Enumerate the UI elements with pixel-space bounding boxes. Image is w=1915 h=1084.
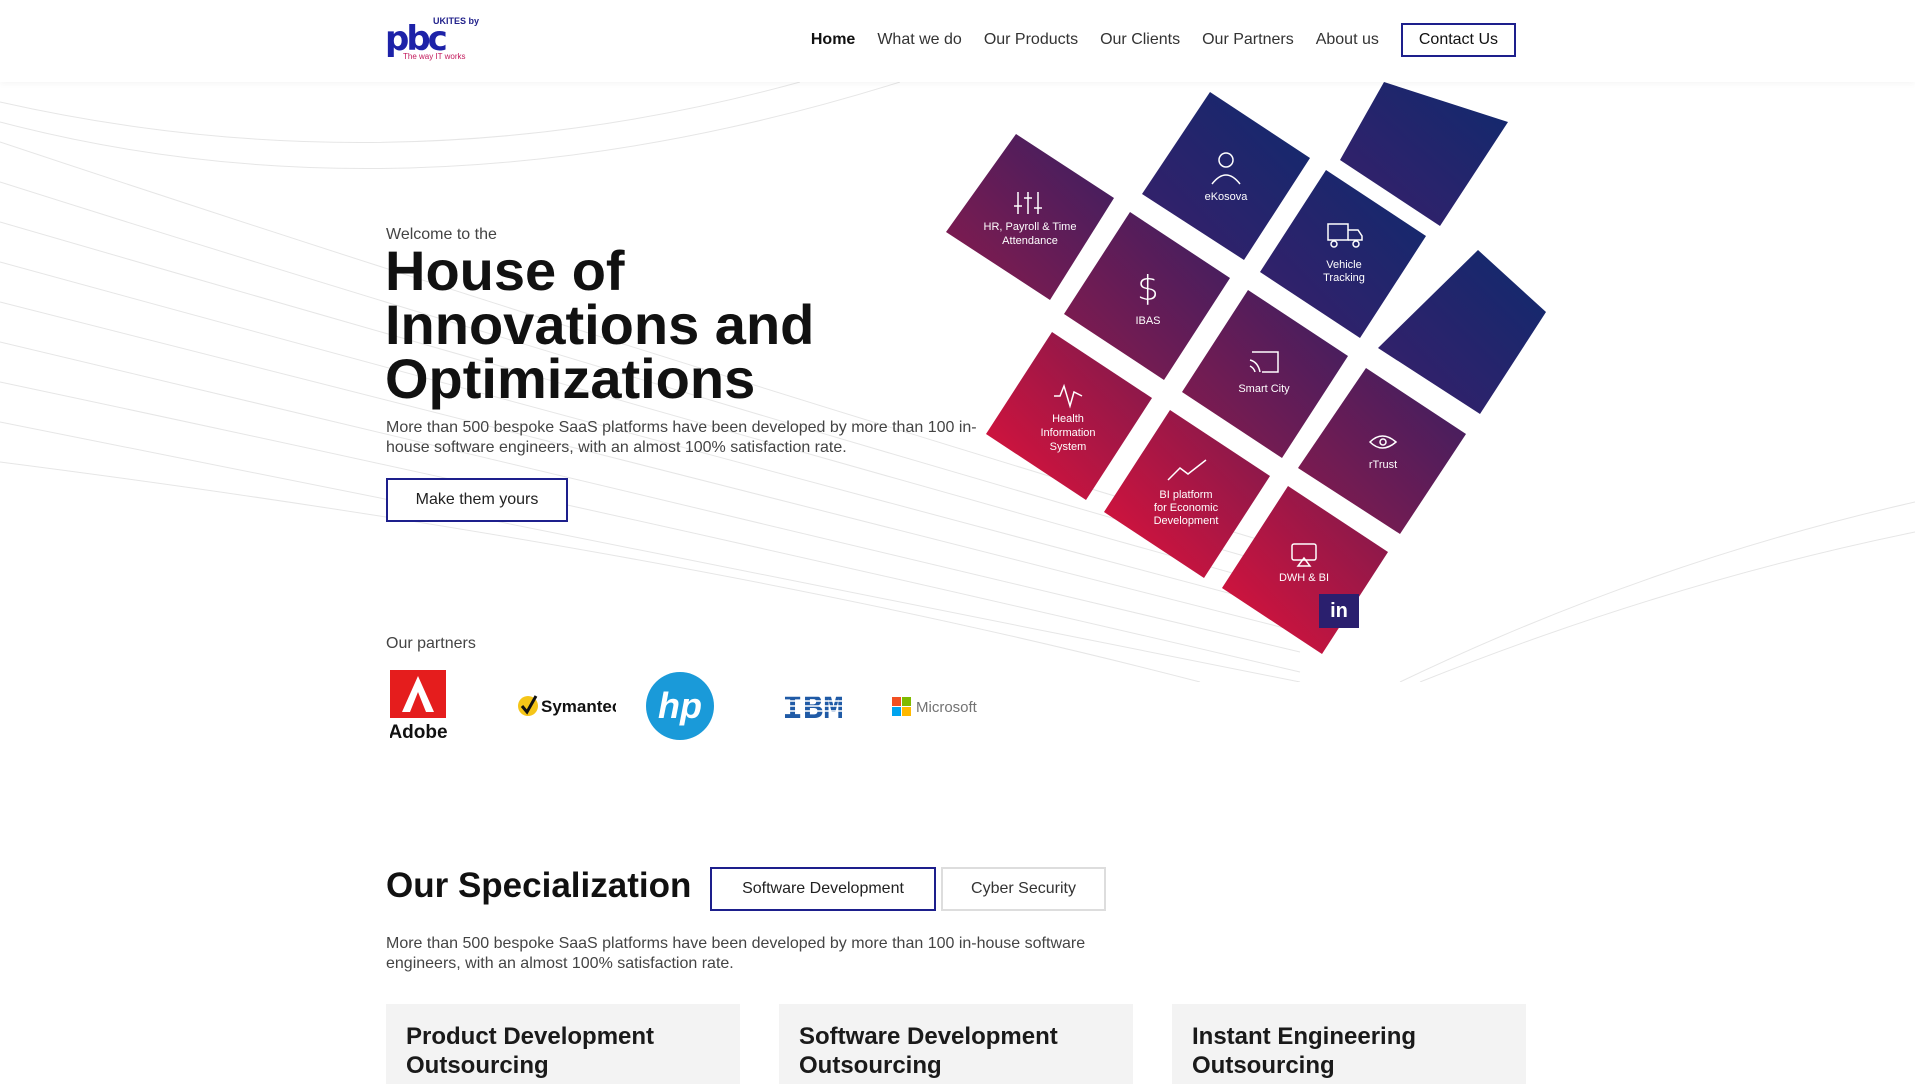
nav-home[interactable]: Home <box>811 31 855 49</box>
hp-logo-text: hp <box>658 685 702 726</box>
linkedin-icon[interactable]: in <box>1319 594 1359 628</box>
logo-tagline: The way IT works <box>403 52 466 61</box>
hero-description: More than 500 bespoke SaaS platforms hav… <box>386 419 977 456</box>
ibm-logo-icon: IBM <box>772 691 854 726</box>
logo-top-text: UKITES by <box>433 16 480 26</box>
contact-us-button[interactable]: Contact Us <box>1400 23 1516 57</box>
symantec-logo-icon: Symantec <box>518 695 616 716</box>
card-title: Product Development Outsourcing <box>406 1023 655 1079</box>
nav-our-partners[interactable]: Our Partners <box>1202 31 1294 49</box>
tab-cyber-security[interactable]: Cyber Security <box>941 867 1106 911</box>
specialization-description: More than 500 bespoke SaaS platforms hav… <box>386 935 1086 972</box>
adobe-logo-text: Adobe <box>390 722 448 743</box>
main-nav: Home What we do Our Products Our Clients… <box>811 23 1516 57</box>
partner-ibm[interactable]: IBM <box>772 668 854 744</box>
nav-about-us[interactable]: About us <box>1316 31 1379 49</box>
partners-label: Our partners <box>386 635 476 652</box>
hp-logo-icon: hp <box>646 672 714 740</box>
nav-our-products[interactable]: Our Products <box>984 31 1078 49</box>
tab-software-development[interactable]: Software Development <box>710 867 936 911</box>
symantec-logo-text: Symantec <box>541 697 616 716</box>
microsoft-logo-icon: Microsoft <box>892 697 978 716</box>
card-instant-engineering[interactable]: Instant Engineering Outsourcing <box>1172 1004 1526 1084</box>
adobe-logo-icon: Adobe <box>390 670 448 743</box>
background-lines <box>0 82 1915 682</box>
specialization-title: Our Specialization <box>386 866 692 905</box>
card-software-development[interactable]: Software Development Outsourcing <box>779 1004 1133 1084</box>
partner-symantec[interactable]: Symantec <box>516 668 616 744</box>
partner-adobe[interactable]: Adobe <box>390 668 450 744</box>
nav-what-we-do[interactable]: What we do <box>877 31 961 49</box>
partner-hp[interactable]: hp <box>644 668 716 744</box>
card-title: Software Development Outsourcing <box>799 1023 1058 1079</box>
hero-title: House of Innovations and Optimizations <box>385 239 815 410</box>
nav-our-clients[interactable]: Our Clients <box>1100 31 1180 49</box>
make-them-yours-button[interactable]: Make them yours <box>386 478 568 522</box>
card-product-development[interactable]: Product Development Outsourcing <box>386 1004 740 1084</box>
site-header: pbc UKITES by The way IT works Home What… <box>0 0 1915 82</box>
logo[interactable]: pbc UKITES by The way IT works <box>385 14 481 64</box>
card-title: Instant Engineering Outsourcing <box>1192 1023 1417 1079</box>
partner-microsoft[interactable]: Microsoft <box>892 668 992 744</box>
logo-mark: pbc <box>385 19 448 59</box>
microsoft-logo-text: Microsoft <box>916 699 978 716</box>
